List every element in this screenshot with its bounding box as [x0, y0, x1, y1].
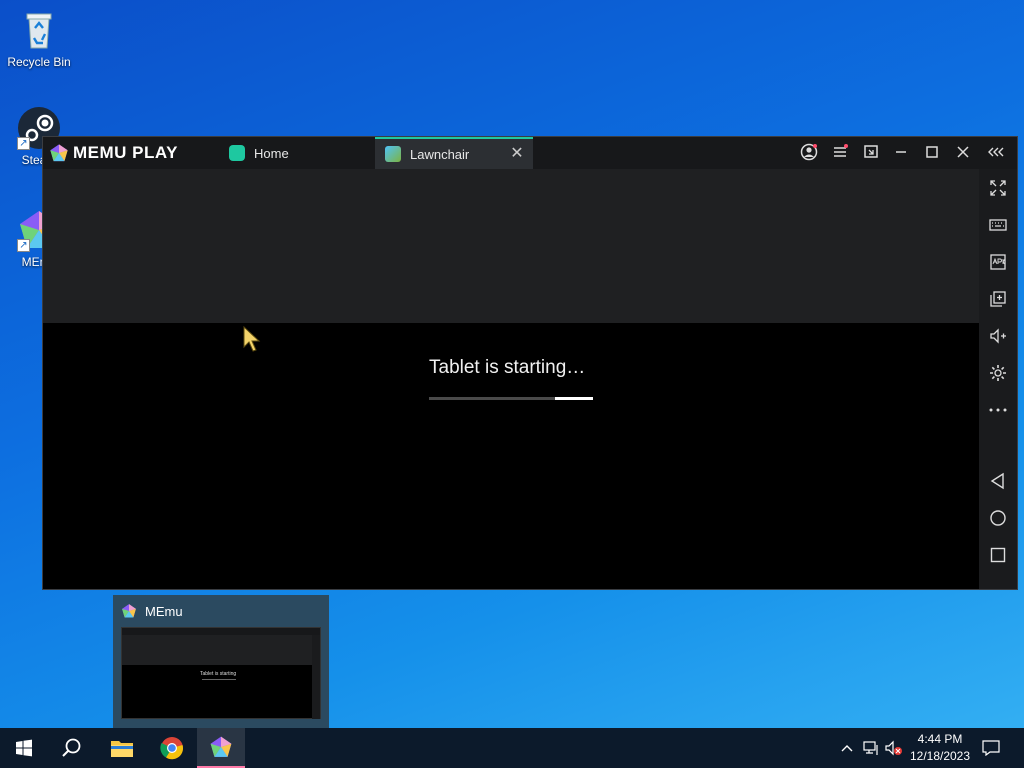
multi-instance-icon[interactable] [988, 289, 1008, 309]
preview-title: MEmu [145, 604, 183, 619]
tab-label: Home [254, 145, 289, 161]
chevron-up-icon [841, 745, 853, 752]
brand-text: MEMU PLAY [73, 143, 178, 162]
android-screen[interactable]: Tablet is starting… [43, 169, 979, 589]
search-button[interactable] [48, 728, 96, 768]
tab-home[interactable]: Home [229, 137, 374, 169]
apk-icon[interactable] [988, 252, 1008, 272]
memu-icon [121, 603, 137, 619]
tab-lawnchair[interactable]: Lawnchair ✕ [375, 137, 533, 169]
mouse-cursor-icon [243, 325, 261, 352]
account-icon[interactable] [799, 143, 819, 163]
memu-logo: MEMU PLAY [49, 142, 178, 164]
back-icon[interactable] [988, 471, 1008, 491]
chrome-button[interactable] [148, 728, 196, 768]
shortcut-arrow-icon: ↗ [17, 137, 30, 150]
action-center-icon [982, 740, 1000, 756]
clock-time: 4:44 PM [917, 732, 963, 746]
volume-up-icon[interactable] [988, 326, 1008, 346]
screen-icon[interactable] [861, 143, 881, 163]
boot-progress-bar [429, 397, 593, 400]
start-button[interactable] [0, 728, 48, 768]
system-clock[interactable]: 4:44 PM 12/18/2023 [904, 731, 976, 765]
preview-thumbnail[interactable]: Tablet is starting [121, 627, 321, 719]
search-icon [62, 738, 81, 757]
thumb-progress-bar [202, 679, 236, 680]
memu-window: MEMU PLAY Home Lawnchair ✕ Tablet is sta… [42, 136, 1018, 590]
shortcut-arrow-icon: ↗ [17, 239, 30, 252]
network-icon[interactable] [861, 728, 881, 768]
notifications-button[interactable] [980, 728, 1002, 768]
more-icon[interactable] [988, 400, 1008, 420]
emulator-sidebar [979, 169, 1017, 589]
memu-logo-icon [50, 144, 68, 162]
boot-progress-fill [555, 397, 593, 400]
thumb-boot-text: Tablet is starting [200, 671, 237, 677]
thumb-sidebar [312, 635, 320, 719]
clock-date: 12/18/2023 [909, 749, 971, 763]
minimize-icon[interactable] [891, 143, 911, 163]
taskbar-preview-popup[interactable]: MEmu Tablet is starting [113, 595, 329, 729]
launcher-top-area [43, 169, 979, 323]
recycle-bin-icon [17, 8, 61, 52]
memu-taskbar-button[interactable] [197, 728, 245, 768]
keyboard-icon[interactable] [988, 215, 1008, 235]
collapse-sidebar-icon[interactable] [987, 143, 1007, 163]
folder-icon [111, 741, 133, 757]
fullscreen-icon[interactable] [988, 178, 1008, 198]
taskbar: 4:44 PM 12/18/2023 [0, 728, 1024, 768]
tab-close-icon[interactable]: ✕ [509, 146, 525, 162]
settings-icon[interactable] [988, 363, 1008, 383]
maximize-icon[interactable] [922, 143, 942, 163]
chrome-icon [160, 737, 184, 760]
recents-icon[interactable] [988, 545, 1008, 565]
lawnchair-app-icon [385, 146, 401, 162]
close-icon[interactable] [953, 143, 973, 163]
show-hidden-icons-button[interactable] [838, 728, 856, 768]
desktop-icon-label: Recycle Bin [7, 55, 71, 69]
desktop-icon-recycle-bin[interactable]: Recycle Bin [1, 8, 77, 69]
file-explorer-button[interactable] [98, 728, 146, 768]
volume-muted-icon[interactable] [884, 728, 904, 768]
memu-icon [210, 736, 232, 757]
home-app-icon [229, 145, 245, 161]
tab-label: Lawnchair [410, 146, 470, 162]
thumb-launcher-area [122, 635, 314, 665]
title-bar[interactable]: MEMU PLAY Home Lawnchair ✕ [43, 137, 1017, 169]
menu-icon[interactable] [830, 143, 850, 163]
windows-logo-icon [16, 739, 32, 757]
boot-status-text: Tablet is starting… [429, 357, 586, 378]
home-icon[interactable] [988, 508, 1008, 528]
thumb-title-bar [122, 628, 320, 635]
